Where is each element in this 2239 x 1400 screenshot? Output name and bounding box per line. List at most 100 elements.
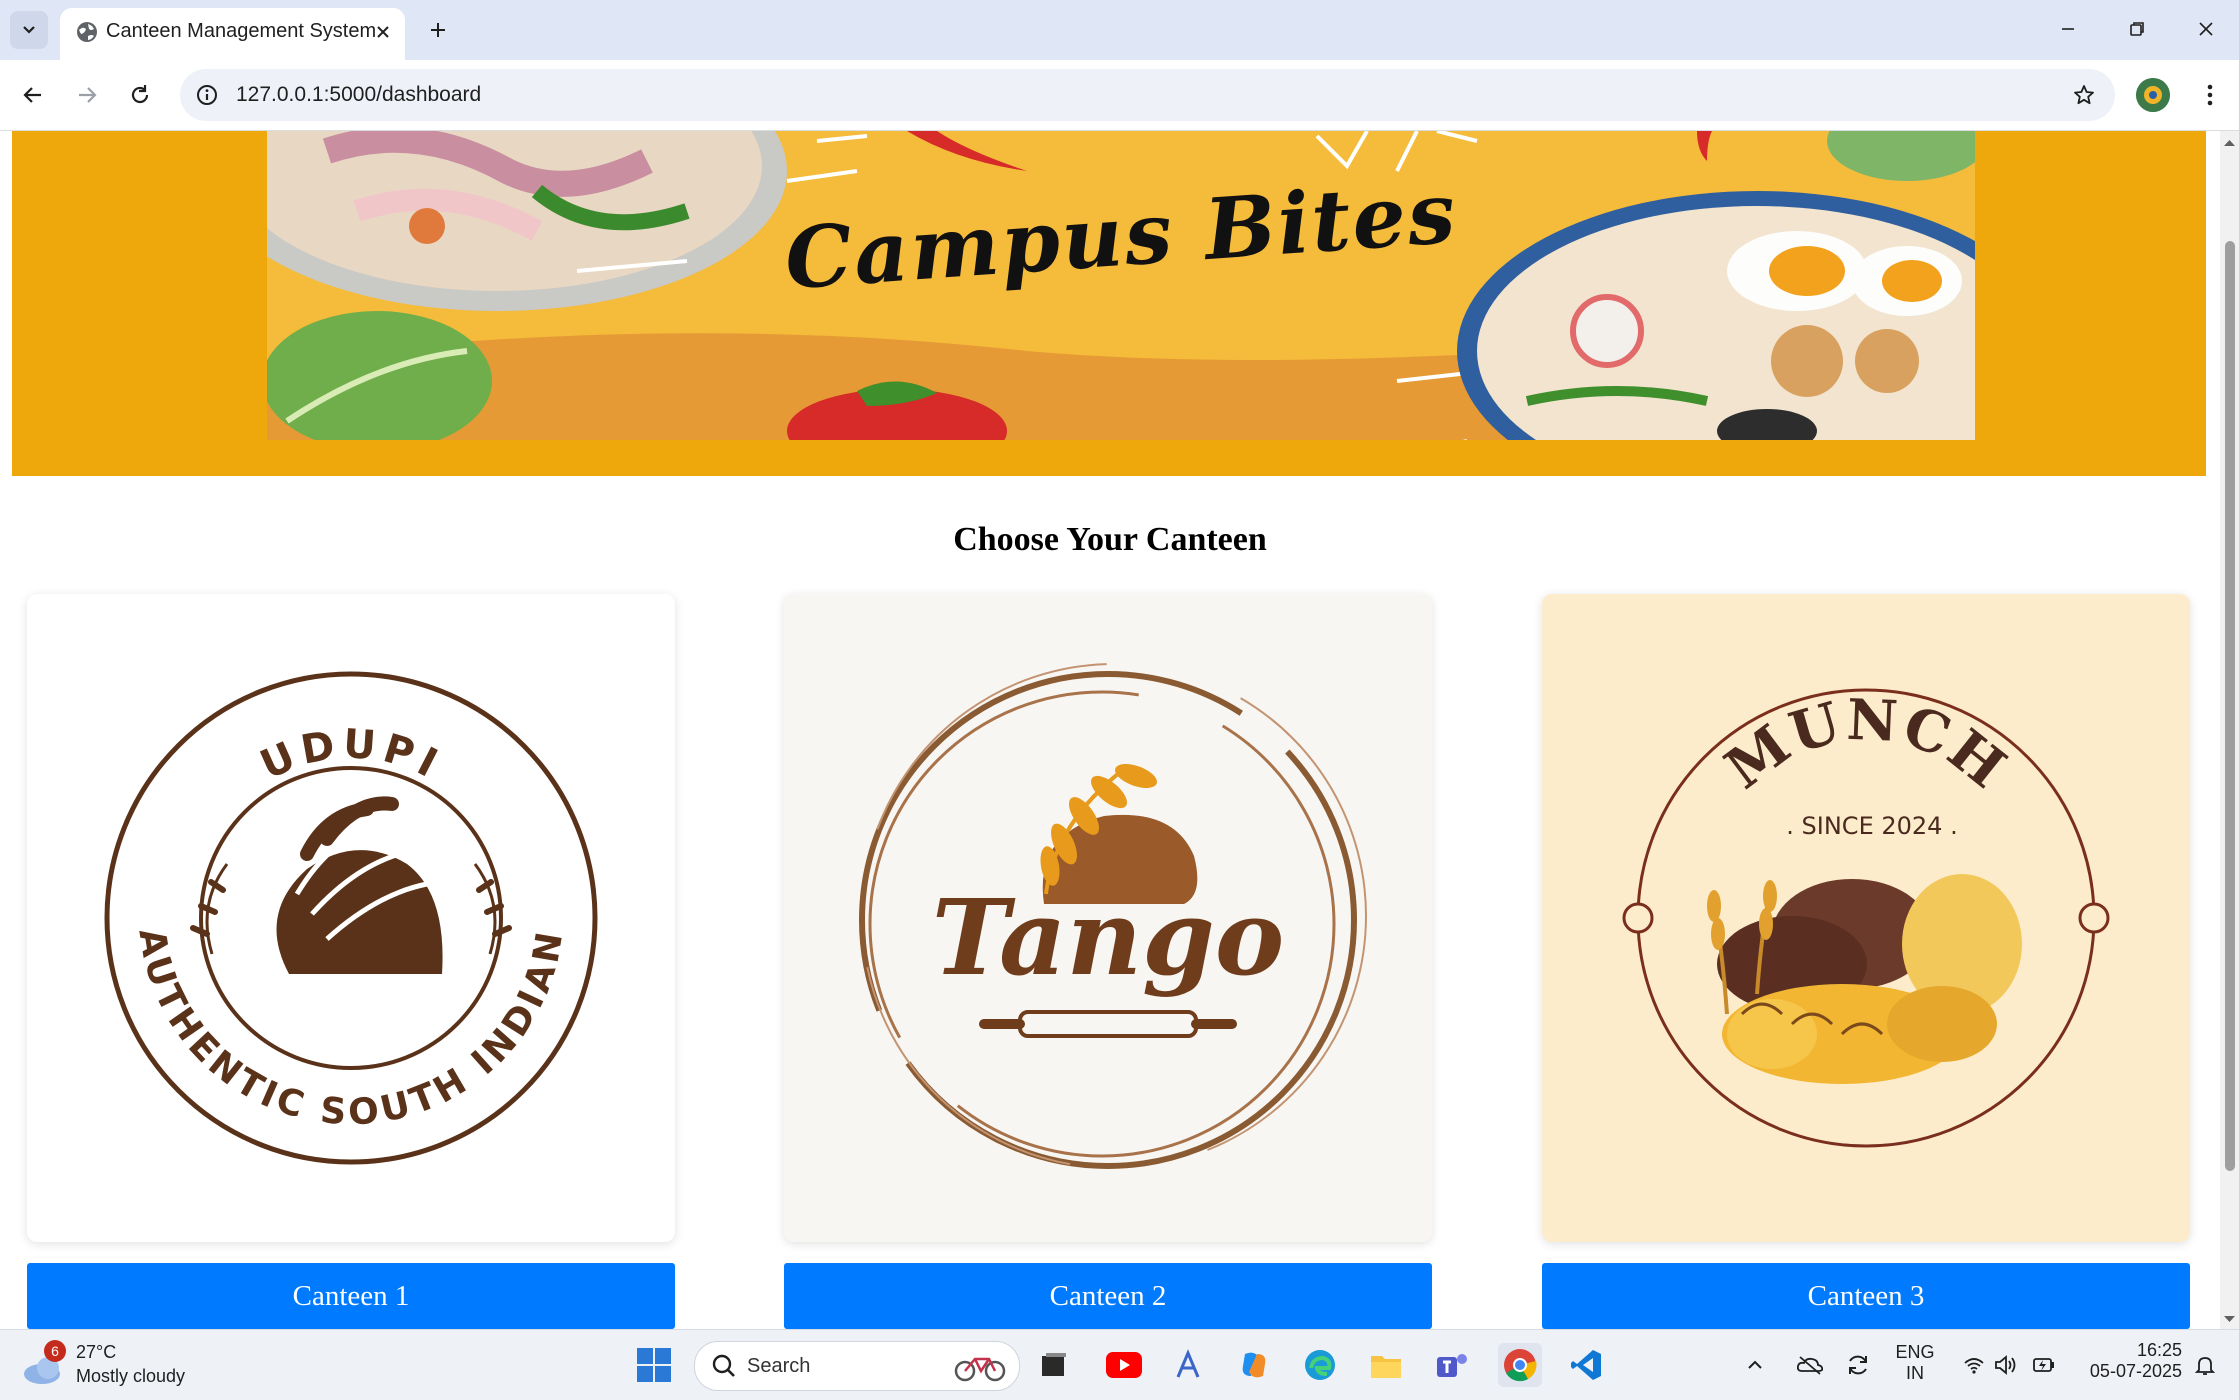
browser-tab[interactable]: Canteen Management System — [60, 8, 405, 60]
notifications-button[interactable] — [2188, 1343, 2222, 1387]
url-text[interactable]: 127.0.0.1:5000/dashboard — [236, 83, 481, 107]
star-icon — [2074, 85, 2094, 105]
canteen-3-button[interactable]: Canteen 3 — [1542, 1263, 2190, 1329]
tango-logo: Tango — [859, 663, 1367, 1169]
translate-app-button[interactable] — [1166, 1343, 1210, 1387]
weather-badge: 6 — [44, 1340, 66, 1362]
arrow-right-icon — [79, 87, 97, 103]
browser-toolbar: 127.0.0.1:5000/dashboard — [0, 60, 2239, 131]
globe-icon — [77, 22, 97, 42]
sync-icon — [1849, 1355, 1867, 1375]
forward-button[interactable] — [65, 73, 109, 117]
clock-time: 16:25 — [2136, 1340, 2182, 1360]
logo-top-text: UDUPI — [254, 721, 444, 789]
chrome-button[interactable] — [1498, 1343, 1542, 1387]
clock[interactable]: 16:25 05-07-2025 — [2070, 1340, 2182, 1382]
svg-text:UDUPI: UDUPI — [254, 721, 450, 789]
new-tab-button[interactable] — [420, 12, 456, 48]
tab-title: Canteen Management System — [106, 20, 377, 42]
notification-bell-icon — [2194, 1357, 2216, 1375]
tab-strip: Canteen Management System — [0, 0, 2239, 60]
taskbar-search[interactable]: Search — [694, 1341, 1020, 1391]
more-vertical-icon — [2207, 84, 2213, 106]
munch-logo: MUNCH . SINCE 2024 . — [1622, 687, 2110, 1148]
back-button[interactable] — [11, 73, 55, 117]
copilot-button[interactable] — [1232, 1343, 1276, 1387]
close-icon — [2199, 22, 2213, 36]
language-indicator[interactable]: ENG IN — [1886, 1342, 1944, 1384]
bookmark-button[interactable] — [2067, 78, 2101, 112]
canteen-1-button[interactable]: Canteen 1 — [27, 1263, 675, 1329]
wifi-icon — [1964, 1358, 1984, 1374]
scroll-thumb[interactable] — [2225, 241, 2235, 1171]
canteen-card-3[interactable]: MUNCH . SINCE 2024 . — [1542, 594, 2190, 1242]
restore-icon — [2130, 22, 2144, 36]
copilot-icon — [1242, 1352, 1266, 1378]
taskbar: 6 27°C Mostly cloudy Search ENG IN 16:25… — [0, 1329, 2239, 1400]
canteen-card-2[interactable]: Tango — [784, 594, 1432, 1242]
close-window-button[interactable] — [2178, 8, 2234, 50]
chevron-up-icon — [1748, 1360, 1762, 1369]
folder-icon — [1371, 1356, 1401, 1378]
page-viewport: Campus Bites Choose Your Canteen UDUPI A… — [0, 131, 2220, 1329]
canteen-2-button[interactable]: Canteen 2 — [784, 1263, 1432, 1329]
volume-icon — [1995, 1355, 2016, 1375]
reload-icon — [131, 85, 149, 104]
onedrive-button[interactable] — [1792, 1343, 1828, 1387]
volume-button[interactable] — [1990, 1343, 2022, 1387]
temperature: 27°C — [76, 1342, 117, 1362]
vscode-button[interactable] — [1564, 1343, 1608, 1387]
sync-button[interactable] — [1840, 1343, 1876, 1387]
youtube-button[interactable] — [1102, 1343, 1146, 1387]
language-region: IN — [1906, 1363, 1924, 1383]
avatar-icon — [2136, 78, 2170, 112]
banner: Campus Bites — [12, 131, 2206, 476]
battery-charging-icon — [2033, 1358, 2054, 1372]
wifi-button[interactable] — [1958, 1343, 1990, 1387]
site-info-button[interactable] — [190, 78, 224, 112]
profile-avatar[interactable] — [2136, 78, 2170, 112]
weather-widget[interactable]: 6 27°C Mostly cloudy — [22, 1340, 222, 1390]
reload-button[interactable] — [118, 73, 162, 117]
plus-icon — [431, 23, 445, 37]
udupi-logo: UDUPI AUTHENTIC SOUTH INDIAN — [104, 671, 598, 1165]
taskview-icon — [1042, 1353, 1066, 1376]
browser-menu-button[interactable] — [2192, 76, 2228, 114]
canteen-card-1[interactable]: UDUPI AUTHENTIC SOUTH INDIAN — [27, 594, 675, 1242]
tab-search-button[interactable] — [10, 11, 48, 49]
page-scrollbar[interactable] — [2220, 131, 2239, 1329]
minimize-button[interactable] — [2040, 8, 2096, 50]
cloud-offline-icon — [1796, 1356, 1824, 1375]
tab-close-button[interactable] — [369, 18, 397, 46]
taskview-button[interactable] — [1032, 1343, 1076, 1387]
logo-top-text: MUNCH — [1713, 687, 2017, 803]
page-heading: Choose Your Canteen — [953, 521, 1267, 558]
logo-text: Tango — [932, 876, 1285, 999]
battery-button[interactable] — [2028, 1343, 2060, 1387]
chrome-icon — [1504, 1349, 1537, 1382]
search-icon — [712, 1354, 735, 1377]
translate-icon — [1176, 1349, 1200, 1378]
clock-date: 05-07-2025 — [2089, 1361, 2182, 1381]
file-explorer-button[interactable] — [1364, 1343, 1408, 1387]
start-button[interactable] — [632, 1343, 676, 1387]
bicycle-icon — [954, 1357, 1006, 1382]
address-bar[interactable]: 127.0.0.1:5000/dashboard — [180, 69, 2115, 121]
search-label: Search — [747, 1355, 811, 1377]
language-code: ENG — [1895, 1342, 1935, 1362]
youtube-icon — [1106, 1352, 1142, 1378]
edge-button[interactable] — [1298, 1343, 1342, 1387]
close-icon — [377, 26, 389, 38]
teams-button[interactable] — [1430, 1343, 1474, 1387]
scroll-up-icon[interactable] — [2220, 135, 2239, 151]
teams-icon — [1437, 1354, 1467, 1377]
weather-condition: Mostly cloudy — [76, 1366, 186, 1386]
svg-text:MUNCH: MUNCH — [1713, 687, 2019, 803]
scroll-down-icon[interactable] — [2220, 1311, 2239, 1327]
chevron-down-icon — [23, 26, 35, 34]
banner-image: Campus Bites — [267, 131, 1975, 440]
restore-button[interactable] — [2109, 8, 2165, 50]
show-hidden-icons-button[interactable] — [1740, 1343, 1770, 1387]
arrow-left-icon — [23, 87, 41, 103]
windows-icon — [637, 1348, 671, 1382]
